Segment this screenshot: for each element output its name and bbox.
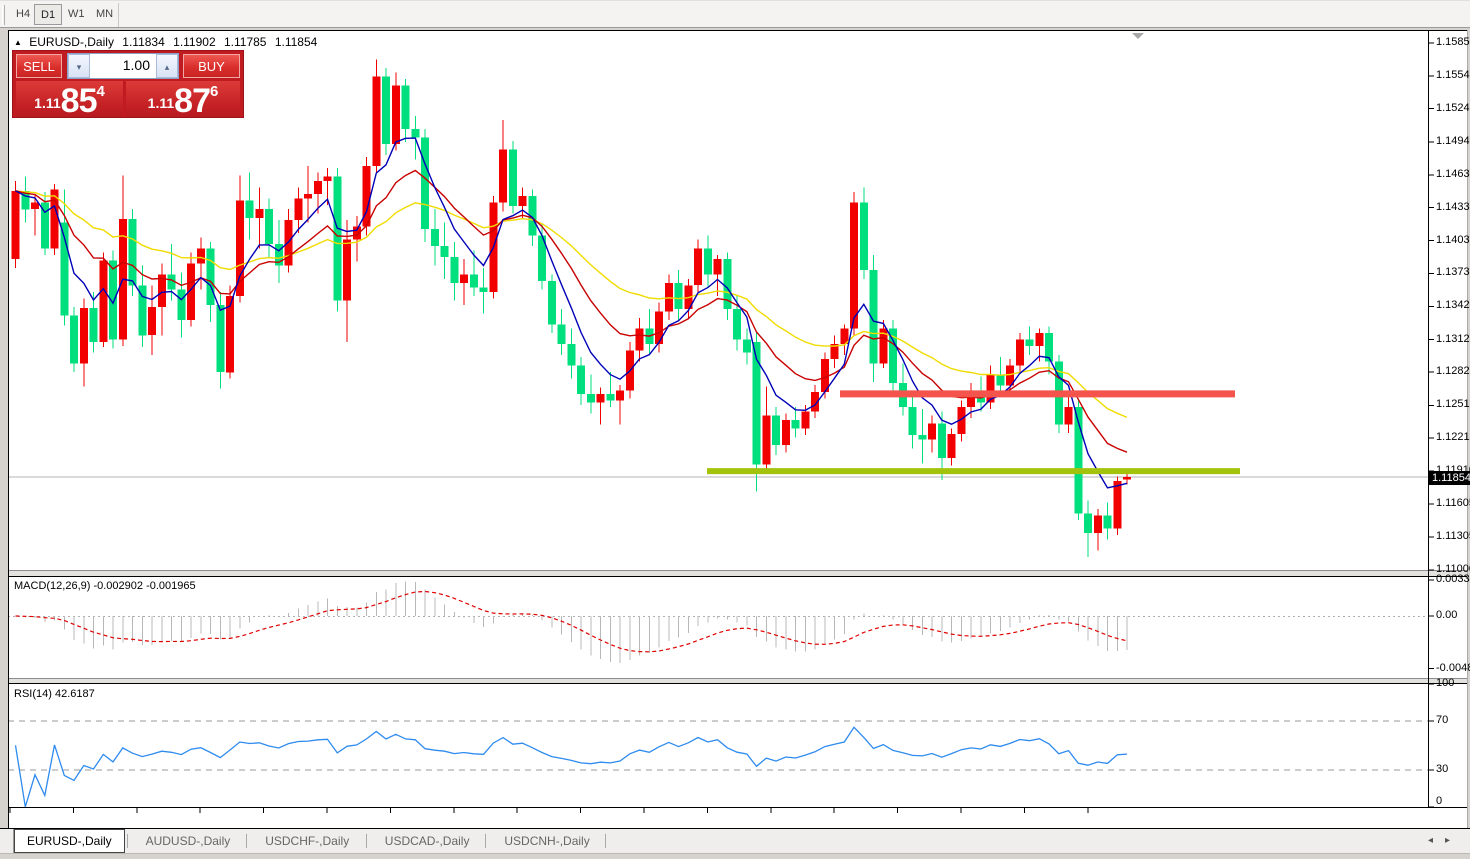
- status-bar: [0, 853, 1470, 859]
- rsi-axis-label: 100: [1436, 677, 1454, 689]
- price-axis-label: 1.14940: [1436, 135, 1470, 147]
- volume-decrease-button[interactable]: ▾: [68, 54, 90, 78]
- price-axis-label: 1.14335: [1436, 201, 1470, 213]
- tab-scroll-right-icon[interactable]: ▸: [1445, 835, 1462, 846]
- tab-separator: [246, 834, 247, 848]
- chart-symbol-label: EURUSD-,Daily: [29, 35, 114, 49]
- rsi-axis-label: 30: [1436, 763, 1448, 775]
- price-axis-label: 1.15245: [1436, 102, 1470, 114]
- ohlc-open: 1.11834: [122, 35, 165, 49]
- timeframe-toolbar: H4D1W1MN: [0, 0, 1470, 28]
- macd-axis-label: 0.003346: [1436, 573, 1470, 585]
- tab-separator: [485, 834, 486, 848]
- macd-axis-label: 0.00: [1436, 609, 1457, 621]
- rsi-axis-label: 0: [1436, 795, 1442, 807]
- ohlc-high: 1.11902: [173, 35, 216, 49]
- price-axis-label: 1.15545: [1436, 69, 1470, 81]
- collapse-triangle-icon[interactable]: ▲: [14, 38, 22, 47]
- symbol-tab-eurusddaily[interactable]: EURUSD-,Daily: [14, 829, 125, 853]
- volume-increase-button[interactable]: ▴: [156, 54, 178, 78]
- sell-price-prefix: 1.11: [34, 95, 60, 111]
- price-axis-label: 1.12215: [1436, 431, 1470, 443]
- volume-stepper: ▾ 1.00 ▴: [67, 53, 179, 79]
- chart-title: ▲ EURUSD-,Daily 1.11834 1.11902 1.11785 …: [14, 35, 322, 49]
- tabbar-lead: [0, 829, 14, 853]
- sell-price-big: 85: [61, 82, 97, 120]
- price-axis-label: 1.14030: [1436, 234, 1470, 246]
- rsi-indicator-label: RSI(14) 42.6187: [14, 688, 95, 700]
- price-axis-label: 1.11305: [1436, 530, 1470, 542]
- price-axis-label: 1.12515: [1436, 398, 1470, 410]
- timeframe-button-mn[interactable]: MN: [90, 4, 119, 25]
- ohlc-close: 1.11854: [275, 35, 318, 49]
- toolbar-grip[interactable]: [2, 5, 5, 25]
- buy-button[interactable]: BUY: [183, 54, 240, 78]
- sell-price-pip: 4: [96, 83, 104, 100]
- timeframe-button-h4[interactable]: H4: [10, 4, 36, 25]
- price-axis-label: 1.15850: [1436, 36, 1470, 48]
- ohlc-low: 1.11785: [224, 35, 267, 49]
- trading-app-window: H4D1W1MN ▲ EURUSD-,Daily 1.11834 1.11902…: [0, 0, 1470, 859]
- timeframe-button-d1[interactable]: D1: [34, 4, 62, 25]
- chart-window: ▲ EURUSD-,Daily 1.11834 1.11902 1.11785 …: [8, 30, 1468, 828]
- price-axis-label: 1.12820: [1436, 365, 1470, 377]
- price-axis-label: 1.13425: [1436, 299, 1470, 311]
- rsi-axis-label: 70: [1436, 714, 1448, 726]
- buy-price-prefix: 1.11: [148, 95, 174, 111]
- price-chart-canvas[interactable]: [8, 30, 1468, 828]
- symbol-tab-audusddaily[interactable]: AUDUSD-,Daily: [134, 830, 243, 852]
- buy-price-big: 87: [174, 82, 210, 120]
- one-click-trade-panel: SELL ▾ 1.00 ▴ BUY 1.11854 1.11876: [12, 50, 244, 118]
- symbol-tab-usdcaddaily[interactable]: USDCAD-,Daily: [373, 830, 482, 852]
- price-axis-label: 1.14635: [1436, 168, 1470, 180]
- buy-quote-panel[interactable]: 1.11876: [126, 81, 240, 117]
- price-axis-label: 1.11605: [1436, 497, 1470, 509]
- sell-quote-panel[interactable]: 1.11854: [16, 81, 123, 117]
- volume-input[interactable]: 1.00: [90, 54, 156, 78]
- tab-scroll-left-icon[interactable]: ◂: [1428, 835, 1445, 846]
- tab-separator: [366, 834, 367, 848]
- price-axis-label: 1.13730: [1436, 266, 1470, 278]
- symbol-tabbar: EURUSD-,Daily AUDUSD-,Daily USDCHF-,Daily U…: [0, 828, 1470, 853]
- timeframe-button-w1[interactable]: W1: [62, 4, 91, 25]
- toolbar-separator: [118, 3, 119, 27]
- price-axis-label: 1.13120: [1436, 333, 1470, 345]
- macd-indicator-label: MACD(12,26,9) -0.002902 -0.001965: [14, 580, 196, 592]
- current-price-tag: 1.11854: [1428, 471, 1470, 485]
- symbol-tab-usdchfdaily[interactable]: USDCHF-,Daily: [253, 830, 361, 852]
- tab-separator: [127, 834, 128, 848]
- sell-button[interactable]: SELL: [16, 54, 62, 78]
- buy-price-pip: 6: [210, 83, 218, 100]
- tab-scroll-arrows[interactable]: ◂▸: [1428, 835, 1462, 846]
- symbol-tab-usdcnhdaily[interactable]: USDCNH-,Daily: [492, 830, 601, 852]
- price-axis[interactable]: 1.15850 1.15545 1.15245 1.14940 1.14635 1.143…: [1436, 30, 1470, 828]
- tab-separator: [605, 834, 606, 848]
- macd-axis-label: -0.004885: [1436, 662, 1470, 674]
